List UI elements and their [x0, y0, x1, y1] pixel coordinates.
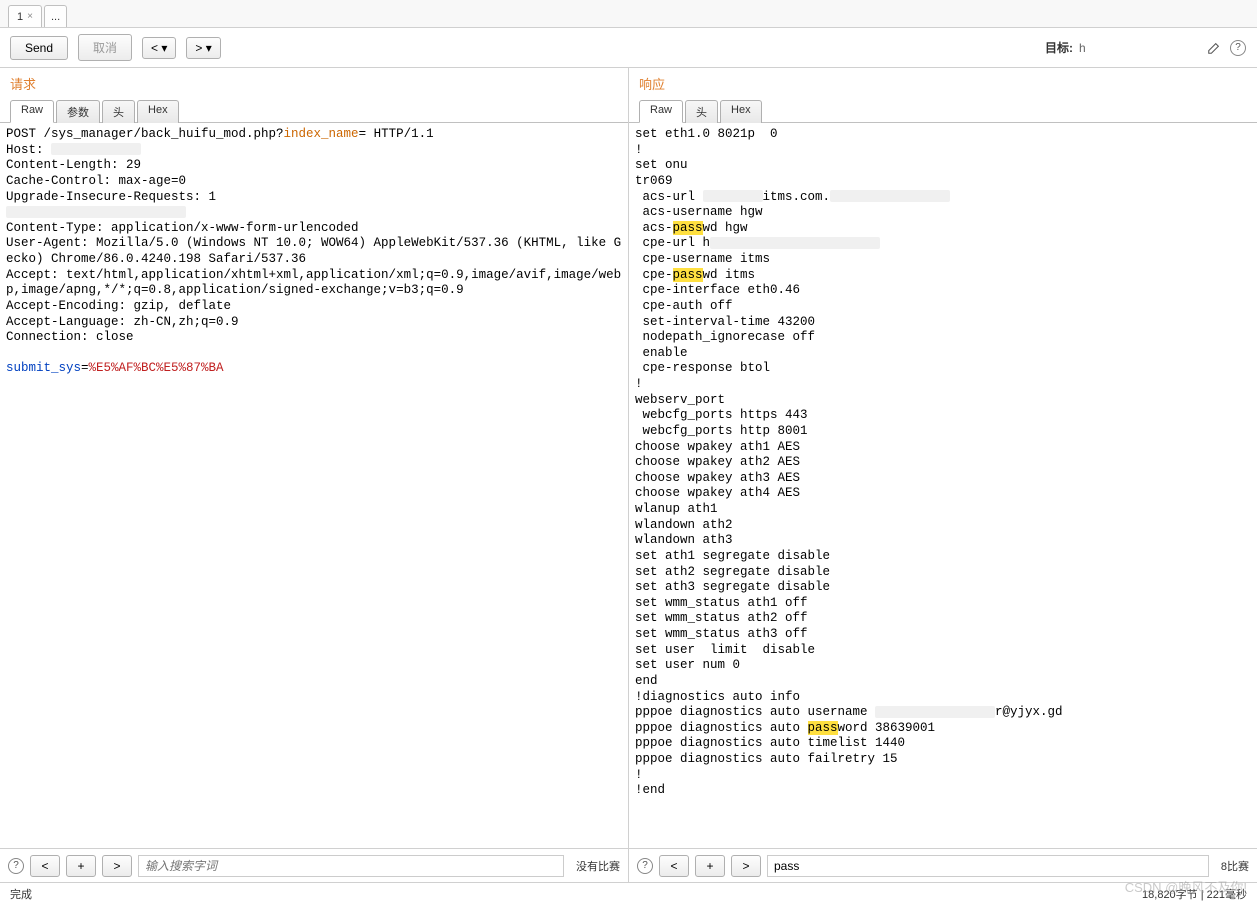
status-bar: 完成 18,820字节 | 221毫秒	[0, 882, 1257, 904]
dots-icon: ...	[51, 11, 60, 23]
tab-plus[interactable]: ...	[44, 5, 67, 27]
status-bytes: 18,820字节 | 221毫秒	[1142, 886, 1247, 902]
target-value: h	[1079, 41, 1199, 55]
request-search-bar: ? < + > 没有比赛	[0, 848, 628, 882]
match-count: 8比赛	[1221, 858, 1249, 874]
tab-params[interactable]: 参数	[56, 100, 100, 123]
response-title: 响应	[629, 68, 1257, 99]
help-icon[interactable]: ?	[1229, 39, 1247, 57]
tab-label: 1	[17, 11, 23, 23]
toolbar: Send 取消 < ▾ > ▾ 目标: h ?	[0, 28, 1257, 68]
tab-headers[interactable]: 头	[685, 100, 718, 123]
cancel-button[interactable]: 取消	[78, 34, 132, 61]
tab-headers[interactable]: 头	[102, 100, 135, 123]
request-title: 请求	[0, 68, 628, 99]
response-pane: 响应 Raw 头 Hex set eth1.0 8021p 0!set onut…	[629, 68, 1257, 882]
search-prev-button[interactable]: <	[30, 855, 60, 877]
search-add-button[interactable]: +	[695, 855, 725, 877]
tab-raw[interactable]: Raw	[639, 100, 683, 123]
search-input[interactable]	[138, 855, 564, 877]
help-icon[interactable]: ?	[8, 858, 24, 874]
search-input[interactable]	[767, 855, 1209, 877]
tab-hex[interactable]: Hex	[137, 100, 179, 123]
help-icon[interactable]: ?	[637, 858, 653, 874]
match-count: 没有比赛	[576, 858, 620, 874]
close-icon[interactable]: ×	[27, 11, 33, 22]
request-pane: 请求 Raw 参数 头 Hex POST /sys_manager/back_h…	[0, 68, 629, 882]
tab-hex[interactable]: Hex	[720, 100, 762, 123]
request-body[interactable]: POST /sys_manager/back_huifu_mod.php?ind…	[0, 123, 628, 848]
window-tabs: 1 × ...	[0, 0, 1257, 28]
history-prev-button[interactable]: < ▾	[142, 37, 176, 59]
tab-1[interactable]: 1 ×	[8, 5, 42, 27]
tab-raw[interactable]: Raw	[10, 100, 54, 123]
history-next-button[interactable]: > ▾	[186, 37, 220, 59]
search-add-button[interactable]: +	[66, 855, 96, 877]
search-next-button[interactable]: >	[102, 855, 132, 877]
main-split: 请求 Raw 参数 头 Hex POST /sys_manager/back_h…	[0, 68, 1257, 882]
search-next-button[interactable]: >	[731, 855, 761, 877]
response-subtabs: Raw 头 Hex	[629, 99, 1257, 123]
response-search-bar: ? < + > 8比赛	[629, 848, 1257, 882]
send-button[interactable]: Send	[10, 36, 68, 60]
target-label: 目标:	[1045, 39, 1073, 56]
request-subtabs: Raw 参数 头 Hex	[0, 99, 628, 123]
response-body[interactable]: set eth1.0 8021p 0!set onutr069 acs-url …	[629, 123, 1257, 848]
status-done: 完成	[10, 886, 32, 902]
search-prev-button[interactable]: <	[659, 855, 689, 877]
edit-icon[interactable]	[1205, 39, 1223, 57]
